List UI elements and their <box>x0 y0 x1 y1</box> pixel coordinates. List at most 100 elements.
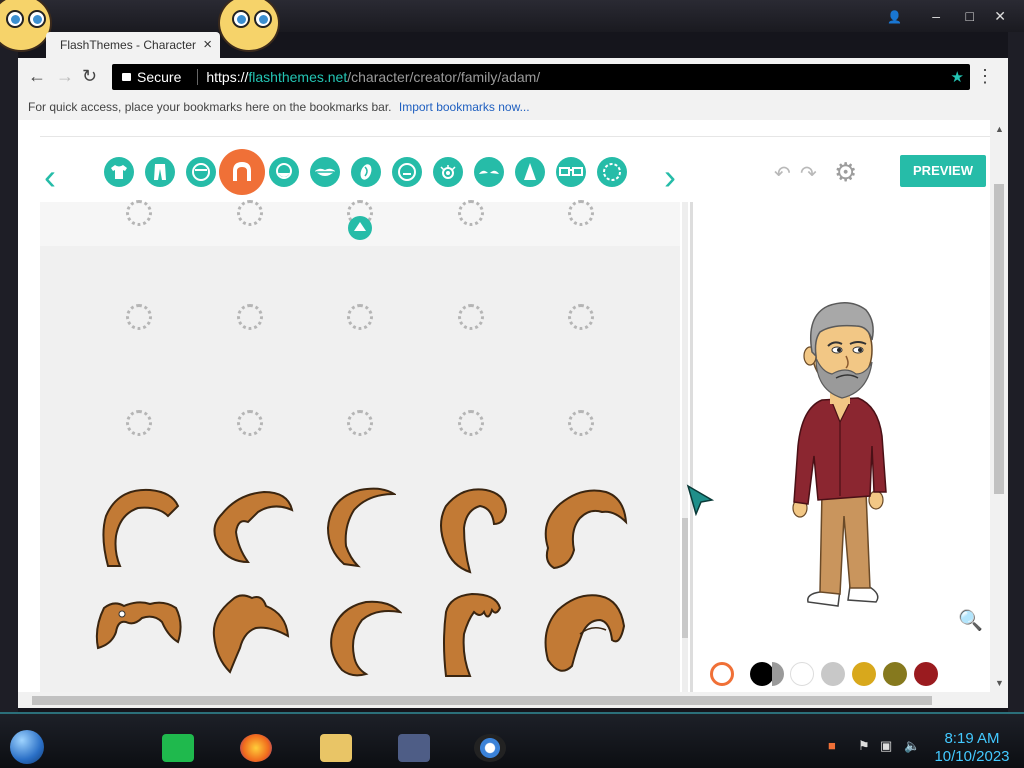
character-figure <box>792 302 887 607</box>
glasses-icon[interactable] <box>556 157 586 187</box>
scroll-up-button[interactable] <box>348 216 372 240</box>
url-path: /character/creator/family/adam/ <box>347 69 541 85</box>
hair-style-5[interactable] <box>540 486 630 570</box>
spotify-icon[interactable] <box>162 734 194 762</box>
facial-hair-icon[interactable] <box>269 157 299 187</box>
pants-icon[interactable] <box>145 157 175 187</box>
next-category-icon[interactable]: › <box>664 159 676 195</box>
shirt-icon[interactable] <box>104 157 134 187</box>
taskbar: ■ ⚑ ▣ 🔈 8:19 AM 10/10/2023 <box>0 712 1024 768</box>
zoom-icon[interactable]: 🔍 <box>958 608 983 633</box>
url-scheme: https:// <box>206 69 249 85</box>
item-grid-scrollbar[interactable] <box>682 202 688 708</box>
color-swatch-black[interactable] <box>750 662 774 686</box>
loading-spinner <box>568 200 594 226</box>
loading-spinner <box>237 304 263 330</box>
forward-icon[interactable]: → <box>56 66 74 87</box>
loading-spinner <box>458 410 484 436</box>
loading-spinner <box>126 410 152 436</box>
character-creator-page: ‹ › ↶ ↷ ⚙ PREVIEW 🔍 ▲ ▼ <box>18 120 1008 708</box>
url-host: flashthemes.net <box>248 69 348 85</box>
browser-menu-icon[interactable]: ⋮ <box>976 66 994 87</box>
hair-style-4[interactable] <box>436 484 510 574</box>
hair-style-8[interactable] <box>326 596 402 678</box>
user-icon[interactable]: 👤 <box>887 10 902 24</box>
clock-time: 8:19 AM <box>944 730 1000 747</box>
page-horizontal-scrollbar[interactable] <box>18 692 990 708</box>
file-explorer-icon[interactable] <box>320 734 352 762</box>
loading-spinner <box>347 304 373 330</box>
eyebrow-icon[interactable] <box>474 157 504 187</box>
color-dropdown-icon[interactable] <box>772 662 784 686</box>
mouse-cursor <box>686 484 715 516</box>
firefox-icon[interactable] <box>240 734 272 762</box>
flag-icon[interactable]: ⚑ <box>858 738 870 754</box>
close-window-icon[interactable]: ✕ <box>994 8 1006 25</box>
chrome-icon[interactable] <box>474 734 506 762</box>
loading-spinner <box>568 410 594 436</box>
page-vertical-scrollbar[interactable]: ▲ ▼ <box>990 120 1008 708</box>
beard-shape-icon[interactable] <box>597 157 627 187</box>
maximize-icon[interactable]: □ <box>966 8 974 24</box>
bookmark-star-icon[interactable]: ★ <box>951 68 964 86</box>
ear-icon[interactable] <box>351 157 381 187</box>
hair-style-3[interactable] <box>324 486 396 568</box>
color-swatch-olive[interactable] <box>883 662 907 686</box>
start-button[interactable] <box>10 730 44 764</box>
category-toolbar: ‹ › ↶ ↷ ⚙ PREVIEW <box>40 136 1008 202</box>
lock-icon <box>122 73 131 81</box>
tray-app-icon[interactable]: ■ <box>828 738 836 753</box>
color-swatch-white[interactable] <box>790 662 814 686</box>
hair-part-icon[interactable] <box>710 662 734 686</box>
browser-tab[interactable]: FlashThemes - Character × <box>46 32 220 58</box>
loading-spinner <box>237 410 263 436</box>
hair-style-6[interactable] <box>94 598 184 658</box>
hair-style-1[interactable] <box>98 486 182 568</box>
tab-title: FlashThemes - Character <box>60 38 197 52</box>
preview-button[interactable]: PREVIEW <box>900 155 986 187</box>
clock-date: 10/10/2023 <box>934 748 1010 765</box>
bookmarks-bar: For quick access, place your bookmarks h… <box>28 100 530 114</box>
hair-item-grid <box>40 200 680 708</box>
prev-category-icon[interactable]: ‹ <box>44 159 56 195</box>
back-icon[interactable]: ← <box>28 66 46 87</box>
loading-spinner <box>347 410 373 436</box>
loading-spinner <box>458 200 484 226</box>
taskbar-clock[interactable]: 8:19 AM 10/10/2023 <box>926 730 1018 766</box>
app-window-icon[interactable] <box>398 734 430 762</box>
loading-spinner <box>568 304 594 330</box>
loading-spinner <box>458 304 484 330</box>
desktop-frame-right <box>1008 32 1024 712</box>
head-icon[interactable] <box>186 157 216 187</box>
hair-icon[interactable] <box>219 149 265 195</box>
tab-close-icon[interactable]: × <box>203 36 212 53</box>
reload-icon[interactable]: ↻ <box>82 66 97 87</box>
gear-icon[interactable]: ⚙ <box>834 157 857 188</box>
color-swatch-gray[interactable] <box>821 662 845 686</box>
volume-icon[interactable]: 🔈 <box>904 738 920 754</box>
hair-style-9[interactable] <box>440 592 502 678</box>
mouth-icon[interactable] <box>310 157 340 187</box>
desktop-frame-left <box>0 32 18 712</box>
nose-icon[interactable] <box>515 157 545 187</box>
color-swatch-red[interactable] <box>914 662 938 686</box>
hair-style-7[interactable] <box>210 592 290 674</box>
redo-icon[interactable]: ↷ <box>800 161 817 186</box>
loading-spinner <box>126 304 152 330</box>
browser-chrome: ← → ↻ Secure https://flashthemes.net/char… <box>18 58 1008 120</box>
loading-spinner <box>126 200 152 226</box>
bookmarks-hint: For quick access, place your bookmarks h… <box>28 100 392 114</box>
address-bar[interactable]: Secure https://flashthemes.net/character/… <box>112 64 970 90</box>
face-shape-icon[interactable] <box>392 157 422 187</box>
hair-style-2[interactable] <box>208 488 294 568</box>
minimize-icon[interactable]: – <box>932 8 940 24</box>
import-bookmarks-link[interactable]: Import bookmarks now... <box>399 100 530 114</box>
undo-icon[interactable]: ↶ <box>774 161 791 186</box>
loading-spinner <box>237 200 263 226</box>
network-icon[interactable]: ▣ <box>880 738 892 754</box>
secure-label: Secure <box>137 69 182 85</box>
hair-style-10[interactable] <box>540 590 626 680</box>
eye-icon[interactable] <box>433 157 463 187</box>
character-preview-stage: 🔍 <box>694 202 990 708</box>
color-swatch-gold[interactable] <box>852 662 876 686</box>
